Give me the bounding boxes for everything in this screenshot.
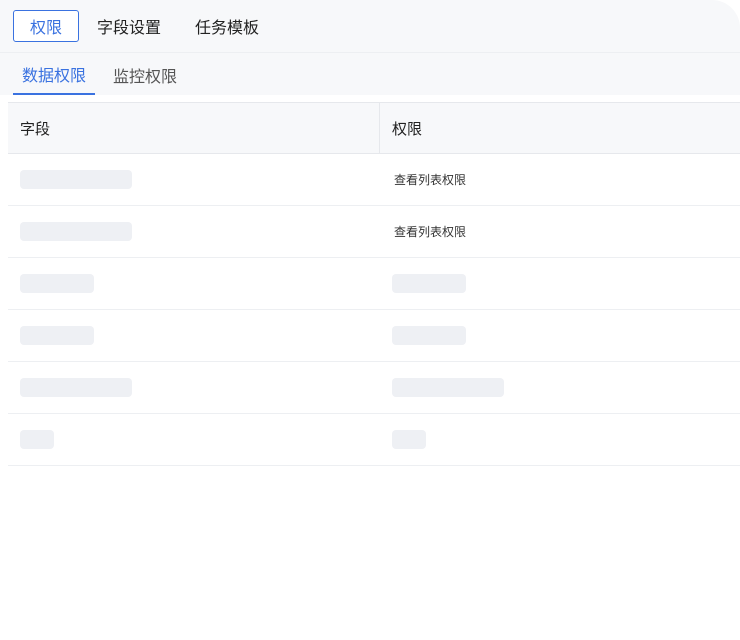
table-row[interactable]	[8, 414, 740, 466]
subtab-data-permission[interactable]: 数据权限	[13, 55, 96, 95]
permission-cell: 查看列表权限	[380, 154, 740, 205]
field-cell	[8, 154, 380, 205]
table-row[interactable]	[8, 258, 740, 310]
skeleton-placeholder	[20, 222, 132, 241]
skeleton-placeholder	[392, 378, 504, 397]
skeleton-placeholder	[392, 274, 466, 293]
field-cell	[8, 206, 380, 257]
permission-cell	[380, 310, 740, 361]
table-row[interactable]: 查看列表权限	[8, 206, 740, 258]
header-field: 字段	[8, 103, 380, 153]
sub-tab-bar: 数据权限 监控权限	[0, 53, 740, 95]
skeleton-placeholder	[20, 326, 94, 345]
permission-table: 字段 权限 查看列表权限 查看列表权限	[8, 102, 740, 466]
permission-cell	[380, 258, 740, 309]
permission-cell: 查看列表权限	[380, 206, 740, 257]
skeleton-placeholder	[20, 430, 54, 449]
subtab-monitor-permission[interactable]: 监控权限	[104, 55, 186, 95]
skeleton-placeholder	[20, 274, 94, 293]
skeleton-placeholder	[20, 170, 132, 189]
table-header: 字段 权限	[8, 102, 740, 154]
field-cell	[8, 414, 380, 465]
table-row[interactable]	[8, 310, 740, 362]
table-row[interactable]: 查看列表权限	[8, 154, 740, 206]
spacer	[0, 95, 740, 102]
skeleton-placeholder	[20, 378, 132, 397]
field-cell	[8, 310, 380, 361]
field-cell	[8, 362, 380, 413]
top-tab-bar: 权限 字段设置 任务模板	[0, 0, 740, 53]
tab-field-settings[interactable]: 字段设置	[81, 10, 177, 42]
tab-task-template[interactable]: 任务模板	[179, 10, 275, 42]
permission-text: 查看列表权限	[394, 173, 467, 187]
field-cell	[8, 258, 380, 309]
permission-cell	[380, 362, 740, 413]
permission-panel: 权限 字段设置 任务模板 数据权限 监控权限 字段 权限 查看列表权限 查看列表…	[0, 0, 740, 640]
header-permission: 权限	[392, 119, 423, 138]
tab-permission[interactable]: 权限	[13, 10, 79, 42]
skeleton-placeholder	[392, 430, 426, 449]
skeleton-placeholder	[392, 326, 466, 345]
table-row[interactable]	[8, 362, 740, 414]
permission-text: 查看列表权限	[394, 225, 467, 239]
permission-cell	[380, 414, 740, 465]
